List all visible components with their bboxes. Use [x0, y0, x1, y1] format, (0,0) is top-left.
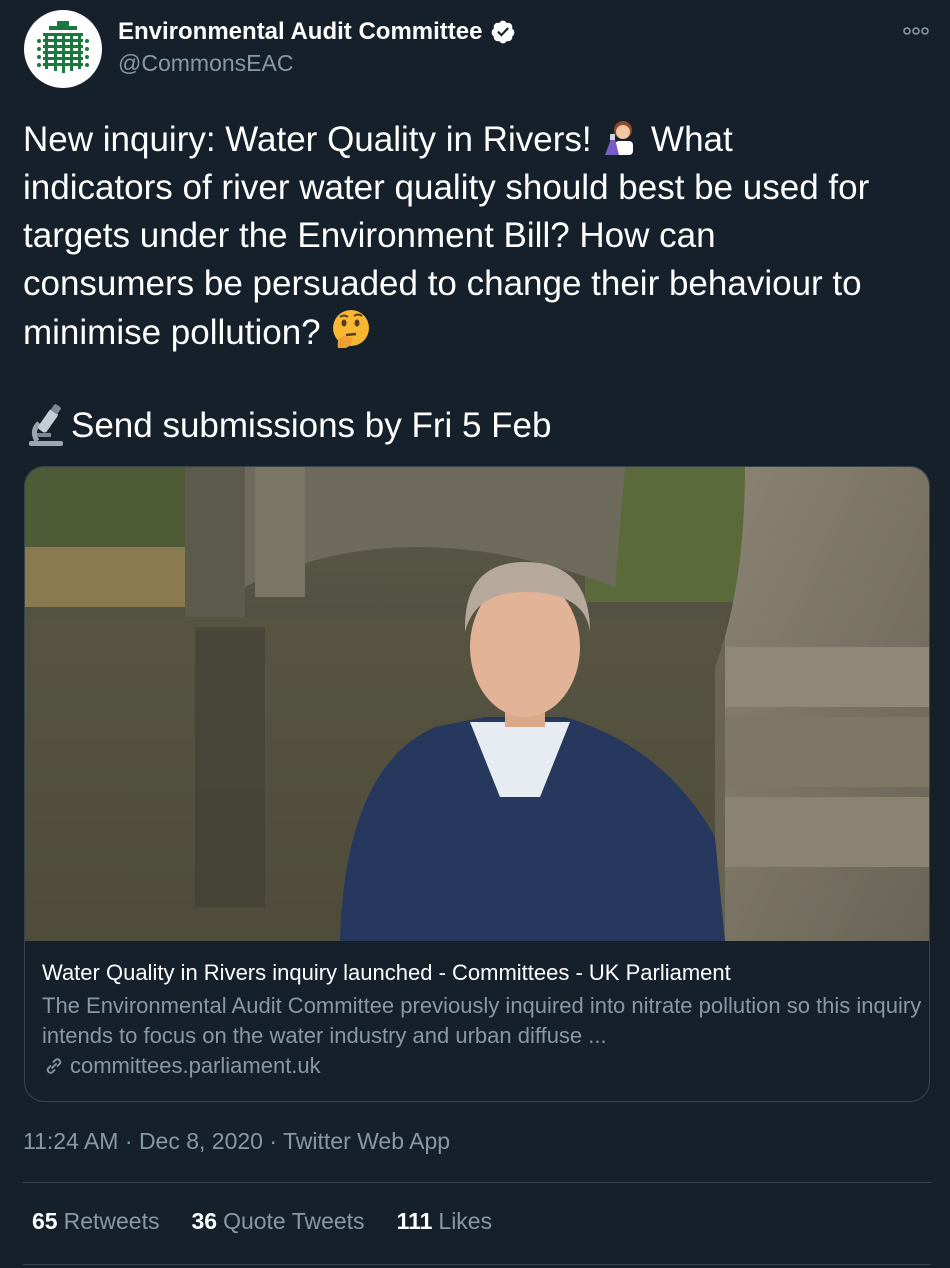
tweet-text-part1: New inquiry: Water Quality in Rivers! — [23, 120, 602, 159]
meta-separator: · — [262, 1128, 283, 1154]
tweet-text: New inquiry: Water Quality in Rivers! Wh… — [23, 116, 938, 357]
retweets-count: 65 — [32, 1208, 58, 1234]
submission-deadline-label: Send submissions by Fri 5 Feb — [71, 406, 552, 445]
tweet-source-app[interactable]: Twitter Web App — [283, 1128, 450, 1154]
tweet-date[interactable]: Dec 8, 2020 — [139, 1128, 263, 1154]
link-preview-card[interactable]: Water Quality in Rivers inquiry launched… — [24, 466, 930, 1102]
tweet-text-part3: indicators of river water quality should… — [23, 168, 870, 352]
quote-tweets-stat[interactable]: 36 Quote Tweets — [191, 1208, 364, 1235]
card-description: The Environmental Audit Committee previo… — [42, 993, 922, 1048]
tweet-time[interactable]: 11:24 AM — [23, 1128, 118, 1154]
retweets-label: Retweets — [63, 1208, 160, 1234]
verified-badge-icon — [492, 20, 515, 44]
tweet-meta: 11:24 AM · Dec 8, 2020 · Twitter Web App — [23, 1128, 450, 1155]
likes-count: 111 — [396, 1208, 433, 1234]
divider — [23, 1264, 931, 1265]
microscope-emoji — [29, 404, 63, 446]
portcullis-logo-icon — [37, 21, 89, 73]
thinking-face-emoji — [333, 310, 370, 348]
card-domain[interactable]: committees.parliament.uk — [42, 1051, 922, 1081]
likes-stat[interactable]: 111 Likes — [397, 1208, 493, 1235]
account-name-row[interactable]: Environmental Audit Committee — [118, 18, 516, 46]
avatar[interactable] — [24, 10, 102, 88]
quote-tweets-count: 36 — [191, 1208, 218, 1234]
link-icon — [46, 1058, 62, 1074]
tweet-stats: 65 Retweets 36 Quote Tweets 111 Likes — [32, 1208, 524, 1235]
account-name[interactable]: Environmental Audit Committee — [118, 18, 482, 46]
quote-tweets-label: Quote Tweets — [223, 1208, 365, 1234]
likes-label: Likes — [438, 1208, 493, 1234]
card-title[interactable]: Water Quality in Rivers inquiry launched… — [42, 957, 922, 989]
card-body[interactable]: Water Quality in Rivers inquiry launched… — [42, 957, 922, 1081]
card-domain-text[interactable]: committees.parliament.uk — [70, 1051, 321, 1081]
woman-scientist-emoji — [605, 121, 634, 155]
account-handle[interactable]: @CommonsEAC — [118, 50, 293, 77]
retweets-stat[interactable]: 65 Retweets — [32, 1208, 159, 1235]
more-options-icon[interactable] — [902, 24, 930, 38]
tweet-text-part2: What — [641, 120, 733, 159]
meta-separator: · — [118, 1128, 139, 1154]
submission-deadline-text: Send submissions by Fri 5 Feb — [23, 402, 551, 450]
divider — [23, 1182, 931, 1183]
card-image[interactable] — [25, 467, 929, 941]
